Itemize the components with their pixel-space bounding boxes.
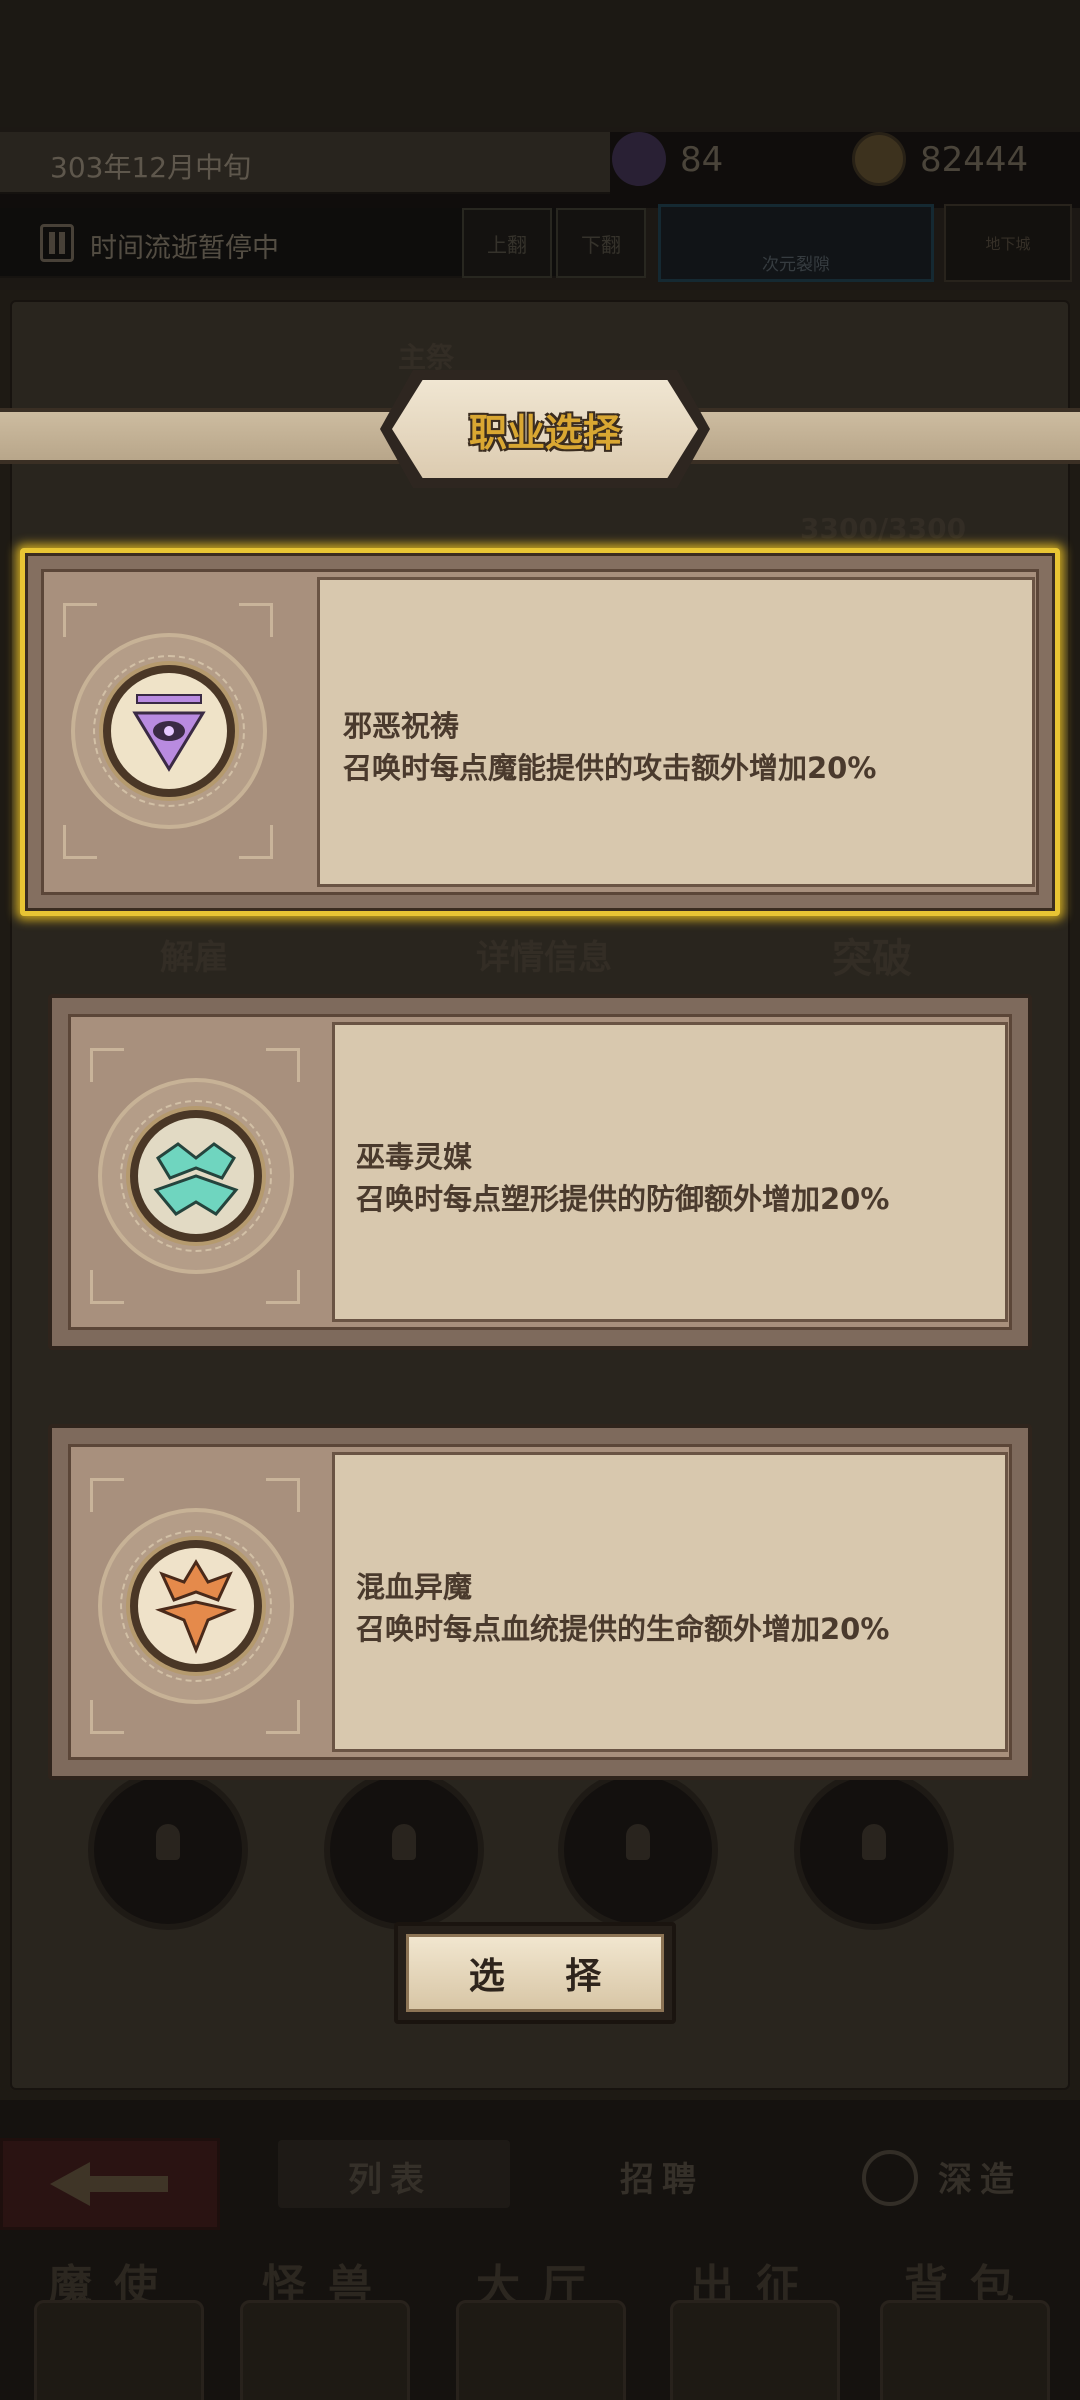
corner-ornament (239, 825, 273, 859)
evil-eye-icon (103, 665, 235, 797)
hybrid-demon-icon (130, 1540, 262, 1672)
class-name: 邪恶祝祷 (343, 709, 460, 743)
select-button-label: 选 择 (406, 1934, 664, 2012)
class-icon-area (82, 1038, 308, 1314)
dialog-title: 职业选择 (468, 410, 621, 455)
corner-ornament (90, 1270, 124, 1304)
corner-ornament (239, 603, 273, 637)
class-icon-area (55, 593, 281, 869)
corner-ornament (90, 1048, 124, 1082)
voodoo-mask-icon (130, 1110, 262, 1242)
select-button[interactable]: 选 择 (394, 1922, 676, 2024)
corner-ornament (266, 1478, 300, 1512)
class-description: 召唤时每点魔能提供的攻击额外增加20% (343, 751, 877, 785)
corner-ornament (266, 1700, 300, 1734)
corner-ornament (63, 825, 97, 859)
corner-ornament (63, 603, 97, 637)
class-name: 混血异魔 (356, 1570, 473, 1604)
corner-ornament (266, 1048, 300, 1082)
class-name: 巫毒灵媒 (356, 1140, 473, 1174)
corner-ornament (90, 1700, 124, 1734)
class-card-hybrid-demon[interactable]: 混血异魔 召唤时每点血统提供的生命额外增加20% (48, 1424, 1032, 1780)
class-card-voodoo-medium[interactable]: 巫毒灵媒 召唤时每点塑形提供的防御额外增加20% (48, 994, 1032, 1350)
corner-ornament (90, 1478, 124, 1512)
class-card-evil-prayer[interactable]: 邪恶祝祷 召唤时每点魔能提供的攻击额外增加20% (20, 548, 1060, 916)
class-description: 召唤时每点血统提供的生命额外增加20% (356, 1612, 890, 1646)
corner-ornament (266, 1270, 300, 1304)
class-icon-area (82, 1468, 308, 1744)
class-description: 召唤时每点塑形提供的防御额外增加20% (356, 1182, 890, 1216)
